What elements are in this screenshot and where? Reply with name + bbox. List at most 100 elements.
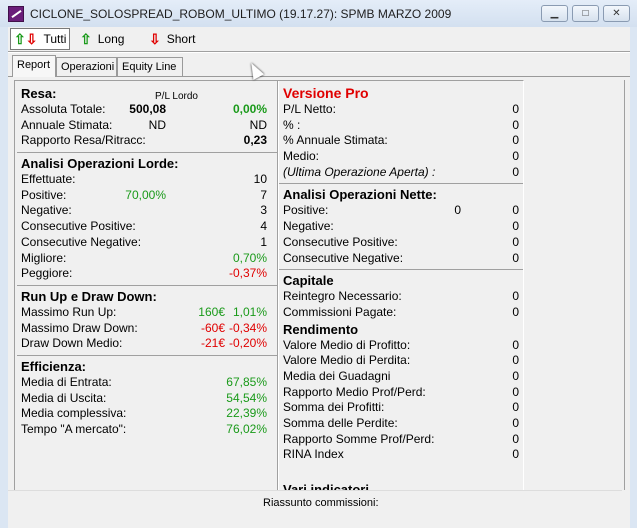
filter-tutti-button[interactable]: ⇧⇩ Tutti bbox=[10, 28, 71, 50]
stat-value: -0,20% bbox=[228, 336, 267, 351]
stat-row: Media di Uscita: 54,54% bbox=[21, 391, 275, 407]
section-divider bbox=[279, 269, 523, 271]
stat-value-secondary: 500,08 bbox=[129, 102, 166, 116]
stat-label: % : bbox=[283, 117, 301, 132]
stat-value: 0 bbox=[512, 234, 519, 249]
stat-label: RINA Index bbox=[283, 447, 344, 462]
stat-label: Effettuate: bbox=[21, 172, 76, 187]
stat-value: 0 bbox=[512, 400, 519, 415]
stat-row: Negative: 3 bbox=[21, 203, 275, 219]
stat-row: Medio: 0 bbox=[283, 149, 521, 165]
pro-stats-column: Versione Pro P/L Netto: 0% :0% Annuale Sti… bbox=[279, 85, 523, 491]
stat-value: 0 bbox=[512, 203, 519, 218]
title-bar: CICLONE_SOLOSPREAD_ROBOM_ULTIMO (19.17.2… bbox=[0, 0, 637, 27]
stat-value: 0 bbox=[512, 289, 519, 304]
stat-label: Consecutive Positive: bbox=[283, 234, 398, 249]
footer-bar: Riassunto commissioni: bbox=[8, 490, 622, 528]
section-title: Versione Pro bbox=[283, 85, 369, 101]
tab-equity-line[interactable]: Equity Line bbox=[117, 57, 183, 76]
stat-value: 0 bbox=[512, 353, 519, 368]
stat-value: -0,34% bbox=[228, 320, 267, 335]
tab-operazioni[interactable]: Operazioni bbox=[56, 57, 117, 76]
stat-value-amount: -21€ bbox=[200, 336, 225, 351]
filter-long-button[interactable]: ⇧ Long bbox=[80, 28, 124, 50]
stat-value-secondary: ND bbox=[148, 117, 166, 132]
stat-label: Rapporto Somme Prof/Perd: bbox=[283, 431, 435, 446]
stat-value-amount: 160€ bbox=[198, 304, 225, 319]
up-arrow-icon: ⇧ bbox=[80, 30, 92, 47]
section-divider bbox=[17, 284, 279, 286]
stat-label: % Annuale Stimata: bbox=[283, 133, 388, 148]
down-arrow-icon: ⇩ bbox=[149, 30, 161, 47]
stat-row: Consecutive Positive: 0 bbox=[283, 235, 521, 251]
stat-value: 10 bbox=[253, 172, 267, 187]
stat-row: % : 0 bbox=[283, 118, 521, 134]
stat-label: (Ultima Operazione Aperta) : bbox=[283, 164, 436, 179]
stat-value: -0,37% bbox=[228, 266, 267, 281]
stat-row: Negative: 0 bbox=[283, 219, 521, 235]
stat-value: 0,23 bbox=[243, 133, 267, 148]
toolbar-divider bbox=[8, 51, 630, 53]
stat-label: Medio: bbox=[283, 149, 320, 164]
stat-row: Somma dei Profitti: 0 bbox=[283, 400, 521, 416]
stat-label: Massimo Run Up: bbox=[21, 304, 117, 319]
stat-value: 1 bbox=[260, 234, 267, 249]
stat-label: Consecutive Negative: bbox=[283, 250, 404, 265]
section-header: Resa: P/L Lordo bbox=[21, 85, 275, 102]
stat-row: Consecutive Positive: 4 bbox=[21, 219, 275, 235]
section-divider bbox=[279, 183, 523, 185]
stat-label: Media complessiva: bbox=[21, 406, 127, 421]
stat-label: Massimo Draw Down: bbox=[21, 320, 138, 335]
gross-stats-column: Resa: P/L Lordo Assoluta Totale: 500,08 0,00… bbox=[17, 85, 279, 438]
filter-short-button[interactable]: ⇩ Short bbox=[149, 28, 195, 50]
stat-row: Positive: 70,00% 7 bbox=[21, 188, 275, 204]
close-button[interactable]: ✕ bbox=[603, 5, 630, 22]
stat-value: 0 bbox=[512, 250, 519, 265]
stat-value: 0,70% bbox=[232, 250, 267, 265]
stat-label: P/L Netto: bbox=[283, 102, 336, 116]
stat-label: Assoluta Totale: bbox=[21, 102, 106, 116]
stat-row: Valore Medio di Profitto: 0 bbox=[283, 338, 521, 354]
section-header: Versione Pro bbox=[283, 85, 521, 102]
filter-label: Long bbox=[97, 32, 125, 46]
maximize-button[interactable]: □ bbox=[572, 5, 599, 22]
stat-value: 54,54% bbox=[226, 390, 267, 405]
section-header: Analisi Operazioni Lorde: bbox=[21, 155, 275, 172]
stat-value: 7 bbox=[260, 187, 267, 202]
section-header: Rendimento bbox=[283, 321, 521, 338]
stat-label: Draw Down Medio: bbox=[21, 336, 123, 351]
stat-value: 0 bbox=[512, 416, 519, 430]
section-title: Efficienza: bbox=[21, 358, 87, 374]
stat-label: Peggiore: bbox=[21, 266, 73, 281]
stat-value-amount: -60€ bbox=[200, 320, 225, 335]
stat-label: Positive: bbox=[21, 187, 67, 202]
section-header: Run Up e Draw Down: bbox=[21, 288, 275, 305]
commission-summary-label: Riassunto commissioni: bbox=[263, 497, 379, 509]
stat-row: Valore Medio di Perdita: 0 bbox=[283, 353, 521, 369]
stat-value-secondary: 0 bbox=[454, 203, 461, 218]
stat-row: Commissioni Pagate: 0 bbox=[283, 305, 521, 321]
stat-value: 0 bbox=[512, 431, 519, 446]
section-title: Rendimento bbox=[283, 321, 359, 337]
stat-value: 67,85% bbox=[226, 374, 267, 389]
stat-value: 0 bbox=[512, 384, 519, 399]
stat-label: Valore Medio di Perdita: bbox=[283, 353, 411, 368]
tab-report[interactable]: Report bbox=[12, 55, 56, 77]
stat-row: Reintegro Necessario: 0 bbox=[283, 289, 521, 305]
window-title: CICLONE_SOLOSPREAD_ROBOM_ULTIMO (19.17.2… bbox=[30, 7, 452, 21]
minimize-button[interactable]: ▁ bbox=[541, 5, 568, 22]
column-divider bbox=[277, 81, 279, 491]
stat-label: Media di Entrata: bbox=[21, 374, 112, 389]
stat-value: 0 bbox=[512, 368, 519, 383]
stat-value: ND bbox=[249, 117, 267, 132]
section-header: Analisi Operazioni Nette: bbox=[283, 186, 521, 203]
stat-row: Rapporto Resa/Ritracc: 0,23 bbox=[21, 133, 275, 149]
stat-label: Rapporto Medio Prof/Perd: bbox=[283, 384, 426, 399]
stat-value: 3 bbox=[260, 203, 267, 218]
stat-row: Annuale Stimata: ND ND bbox=[21, 118, 275, 134]
scrollbar[interactable] bbox=[624, 80, 630, 490]
stat-value: 1,01% bbox=[232, 304, 267, 319]
stat-row: RINA Index 0 bbox=[283, 447, 521, 463]
stat-row: Effettuate: 10 bbox=[21, 172, 275, 188]
tab-divider bbox=[8, 76, 630, 77]
